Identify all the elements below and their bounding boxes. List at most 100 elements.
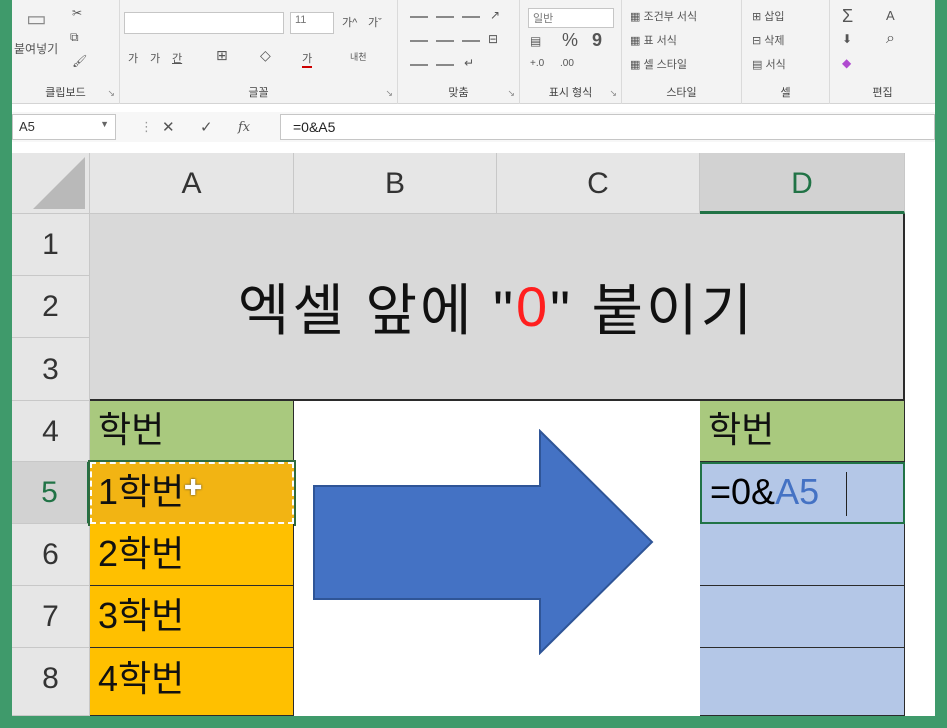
row-header-6[interactable]: 6: [12, 524, 90, 586]
formula-input[interactable]: =0&A5: [280, 114, 935, 140]
increase-indent-icon[interactable]: [436, 64, 454, 66]
top-align-icon[interactable]: [410, 16, 428, 18]
format-as-table-button[interactable]: ▦ 표 서식: [630, 32, 677, 48]
cells-group-label: 셀: [780, 87, 791, 99]
font-color-button[interactable]: 가: [302, 50, 313, 68]
cell-a6[interactable]: 2학번: [90, 524, 294, 586]
styles-group: ▦ 조건부 서식 ▦ 표 서식 ▦ 셀 스타일 스타일: [622, 0, 742, 104]
cell-cursor-icon: ✚: [184, 475, 203, 500]
right-arrow-shape[interactable]: [312, 429, 672, 655]
shrink-font-button[interactable]: 가ˇ: [368, 14, 382, 30]
row-header-4[interactable]: 4: [12, 401, 90, 462]
excel-window: ▭ 붙여넣기 ✂ ⧉ 🖌 클립보드 ↘ 11 가^ 가ˇ 가 가 간 ⊞ ◇ 가…: [12, 0, 935, 716]
accounting-format-icon[interactable]: ▤: [530, 34, 541, 48]
cell-d8[interactable]: [700, 648, 905, 716]
enter-button[interactable]: ✓: [200, 118, 213, 136]
table-label: 표 서식: [643, 35, 677, 47]
cell-a8[interactable]: 4학번: [90, 648, 294, 716]
cell-a7[interactable]: 3학번: [90, 586, 294, 648]
title-text-before: 엑셀 앞에 ": [237, 279, 516, 342]
bold-button[interactable]: 가: [128, 50, 138, 66]
align-right-icon[interactable]: [462, 40, 480, 42]
font-name-input[interactable]: [124, 12, 284, 34]
format-painter-icon[interactable]: 🖌: [72, 54, 87, 68]
middle-align-icon[interactable]: [436, 16, 454, 18]
wrap-text-icon[interactable]: ↵: [464, 56, 474, 70]
fill-button[interactable]: ⬇: [842, 32, 852, 46]
insert-label: 삽입: [764, 11, 785, 23]
select-all-button[interactable]: [12, 153, 90, 214]
grow-font-button[interactable]: 가^: [342, 14, 357, 30]
row-header-7[interactable]: 7: [12, 586, 90, 648]
merge-center-icon[interactable]: ⊟: [488, 32, 498, 46]
title-text-zero: 0: [515, 275, 551, 338]
phonetic-button[interactable]: 내천: [350, 50, 367, 63]
editing-group-label: 편집: [872, 87, 893, 99]
copy-icon[interactable]: ⧉: [70, 30, 79, 45]
row-header-5[interactable]: 5: [12, 462, 90, 524]
comma-button[interactable]: 9: [592, 30, 602, 51]
italic-button[interactable]: 가: [150, 50, 160, 66]
select-all-triangle: [33, 157, 85, 209]
row-header-8[interactable]: 8: [12, 648, 90, 716]
cell-a4[interactable]: 학번: [90, 401, 294, 462]
cancel-button[interactable]: ✕: [162, 118, 175, 136]
conditional-formatting-button[interactable]: ▦ 조건부 서식: [630, 8, 697, 24]
autosum-button[interactable]: Σ: [842, 6, 853, 27]
cell-d5-formula-reference: A5: [775, 471, 820, 512]
font-launcher-icon[interactable]: ↘: [385, 88, 393, 99]
cell-d4[interactable]: 학번: [700, 401, 905, 462]
cell-d5-editing[interactable]: =0&A5: [700, 462, 905, 524]
cell-styles-button[interactable]: ▦ 셀 스타일: [630, 56, 687, 72]
cell-d6[interactable]: [700, 524, 905, 586]
paste-button[interactable]: 붙여넣기: [14, 40, 58, 57]
row-header-1[interactable]: 1: [12, 214, 90, 276]
delete-button[interactable]: ⊟ 삭제: [752, 32, 785, 48]
bottom-align-icon[interactable]: [462, 16, 480, 18]
text-caret: [846, 472, 847, 516]
worksheet-grid: A B C D 1 2 3 4 5 6 7 8 엑셀 앞에 " 0 " 붙이기 학번…: [12, 153, 935, 716]
insert-function-button[interactable]: fx: [238, 120, 250, 135]
cut-icon[interactable]: ✂: [72, 6, 82, 20]
format-button[interactable]: ▤ 서식: [752, 56, 786, 72]
alignment-group-label: 맞춤: [448, 87, 469, 99]
insert-button[interactable]: ⊞ 삽입: [752, 8, 785, 24]
clipboard-launcher-icon[interactable]: ↘: [107, 88, 115, 99]
row-header-3[interactable]: 3: [12, 338, 90, 401]
column-header-a[interactable]: A: [90, 153, 294, 214]
cell-d7[interactable]: [700, 586, 905, 648]
conditional-label: 조건부 서식: [643, 11, 698, 23]
align-center-icon[interactable]: [436, 40, 454, 42]
name-box[interactable]: A5 ▼: [12, 114, 116, 140]
sort-filter-button[interactable]: A: [886, 8, 895, 23]
increase-decimal-icon[interactable]: +.0: [530, 58, 544, 69]
orientation-icon[interactable]: ↗: [490, 8, 500, 22]
alignment-launcher-icon[interactable]: ↘: [507, 88, 515, 99]
find-select-button[interactable]: ⌕: [886, 30, 895, 48]
number-group: 일반 ▤ % 9 +.0 .00 표시 형식 ↘: [520, 0, 622, 104]
underline-button[interactable]: 간: [172, 50, 182, 66]
conditional-icon: ▦: [630, 11, 644, 23]
border-button[interactable]: ⊞: [216, 47, 228, 64]
row-header-2[interactable]: 2: [12, 276, 90, 338]
column-header-c[interactable]: C: [497, 153, 700, 214]
fill-color-button[interactable]: ◇: [260, 47, 271, 64]
title-merged-cell[interactable]: 엑셀 앞에 " 0 " 붙이기: [90, 214, 905, 401]
styles-group-label: 스타일: [666, 87, 697, 99]
clear-button[interactable]: ◆: [842, 56, 851, 70]
number-format-select[interactable]: 일반: [528, 8, 614, 28]
decrease-decimal-icon[interactable]: .00: [560, 58, 574, 69]
percent-button[interactable]: %: [562, 30, 578, 51]
delete-label: 삭제: [764, 35, 785, 47]
align-left-icon[interactable]: [410, 40, 428, 42]
name-box-value: A5: [19, 119, 35, 134]
clipboard-group-label: 클립보드: [45, 87, 86, 99]
number-launcher-icon[interactable]: ↘: [609, 88, 617, 99]
decrease-indent-icon[interactable]: [410, 64, 428, 66]
name-box-dropdown-icon[interactable]: ▼: [100, 119, 109, 129]
cell-styles-label: 셀 스타일: [643, 59, 687, 71]
font-size-input[interactable]: 11: [290, 12, 334, 34]
column-header-b[interactable]: B: [294, 153, 497, 214]
column-header-d[interactable]: D: [700, 153, 905, 214]
paste-icon[interactable]: ▭: [26, 6, 47, 32]
